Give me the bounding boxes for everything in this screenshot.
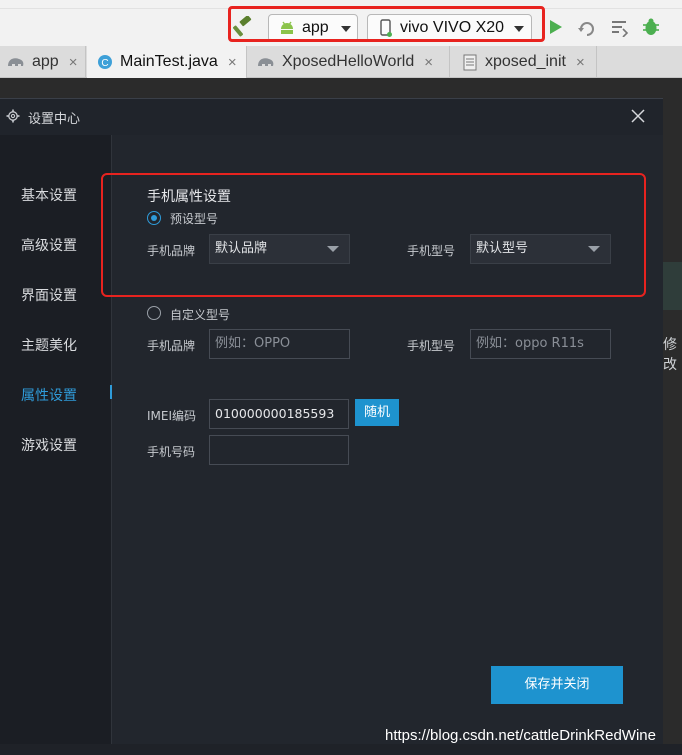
sidebar-item-properties[interactable]: 属性设置 (21, 385, 77, 405)
ide-toolbar: app vivo VIVO X20 (0, 0, 682, 46)
settings-sidebar: 基本设置 高级设置 界面设置 主题美化 属性设置 游戏设置 (0, 135, 112, 745)
gradle-elephant-icon (8, 58, 24, 66)
close-icon[interactable]: × (228, 54, 237, 71)
tab-label: XposedHelloWorld (282, 53, 415, 70)
annotation-highlight-toolbar (228, 6, 545, 42)
tab-app[interactable]: app × (0, 46, 86, 78)
custom-model-radio[interactable] (147, 306, 161, 320)
close-icon[interactable]: × (69, 54, 78, 71)
editor-edge-block (663, 262, 682, 310)
close-icon[interactable] (630, 108, 646, 124)
bottom-strip (0, 744, 682, 755)
apply-code-changes-icon[interactable] (610, 17, 630, 37)
tab-xposedhelloworld[interactable]: XposedHelloWorld × (248, 46, 450, 78)
annotation-highlight-preset (101, 173, 646, 297)
sidebar-item-interface[interactable]: 界面设置 (21, 285, 77, 305)
dialog-title: 设置中心 (28, 112, 81, 127)
imei-label: IMEI编码 (147, 409, 197, 423)
close-icon[interactable]: × (576, 54, 585, 71)
dialog-title-bar: 设置中心 (0, 99, 663, 135)
random-imei-button[interactable]: 随机 (355, 399, 399, 426)
apply-changes-icon[interactable] (576, 17, 596, 37)
phone-number-label: 手机号码 (147, 445, 196, 459)
editor-background-edge (663, 98, 682, 755)
tab-label: xposed_init (485, 53, 566, 70)
text-file-icon (463, 54, 477, 70)
run-play-icon[interactable] (546, 17, 566, 37)
gear-icon (6, 109, 20, 123)
custom-model-radio-label: 自定义型号 (170, 308, 231, 322)
custom-model-label: 手机型号 (407, 339, 456, 353)
custom-brand-input[interactable]: 例如：OPPO (209, 329, 350, 359)
sidebar-item-basic[interactable]: 基本设置 (21, 185, 77, 205)
save-and-close-button[interactable]: 保存并关闭 (491, 666, 623, 704)
svg-text:C: C (101, 58, 108, 69)
sidebar-item-theme[interactable]: 主题美化 (21, 335, 77, 355)
custom-model-input[interactable]: 例如：oppo R11s (470, 329, 611, 359)
debug-bug-icon[interactable] (641, 17, 661, 37)
tab-label: MainTest.java (120, 53, 218, 70)
custom-brand-label: 手机品牌 (147, 339, 196, 353)
close-icon[interactable]: × (424, 54, 433, 71)
watermark-text: https://blog.csdn.net/cattleDrinkRedWine (385, 727, 656, 744)
java-class-icon: C (98, 55, 112, 69)
settings-dialog: 设置中心 基本设置 高级设置 界面设置 主题美化 属性设置 游戏设置 手机属性设… (0, 98, 663, 745)
active-nav-indicator (110, 385, 112, 399)
sidebar-item-advanced[interactable]: 高级设置 (21, 235, 77, 255)
gradle-elephant-icon (258, 58, 274, 66)
tab-xposed-init[interactable]: xposed_init × (451, 46, 597, 78)
tab-label: app (32, 53, 59, 70)
editor-area-strip (0, 78, 682, 98)
tab-maintest-java[interactable]: C MainTest.java × (87, 46, 247, 78)
sidebar-item-game[interactable]: 游戏设置 (21, 435, 77, 455)
phone-number-input[interactable] (209, 435, 349, 465)
imei-input[interactable]: 010000000185593 (209, 399, 349, 429)
editor-tab-bar: app × C MainTest.java × XposedHelloWorld… (0, 46, 682, 78)
editor-edge-text: 修改 (663, 337, 677, 373)
